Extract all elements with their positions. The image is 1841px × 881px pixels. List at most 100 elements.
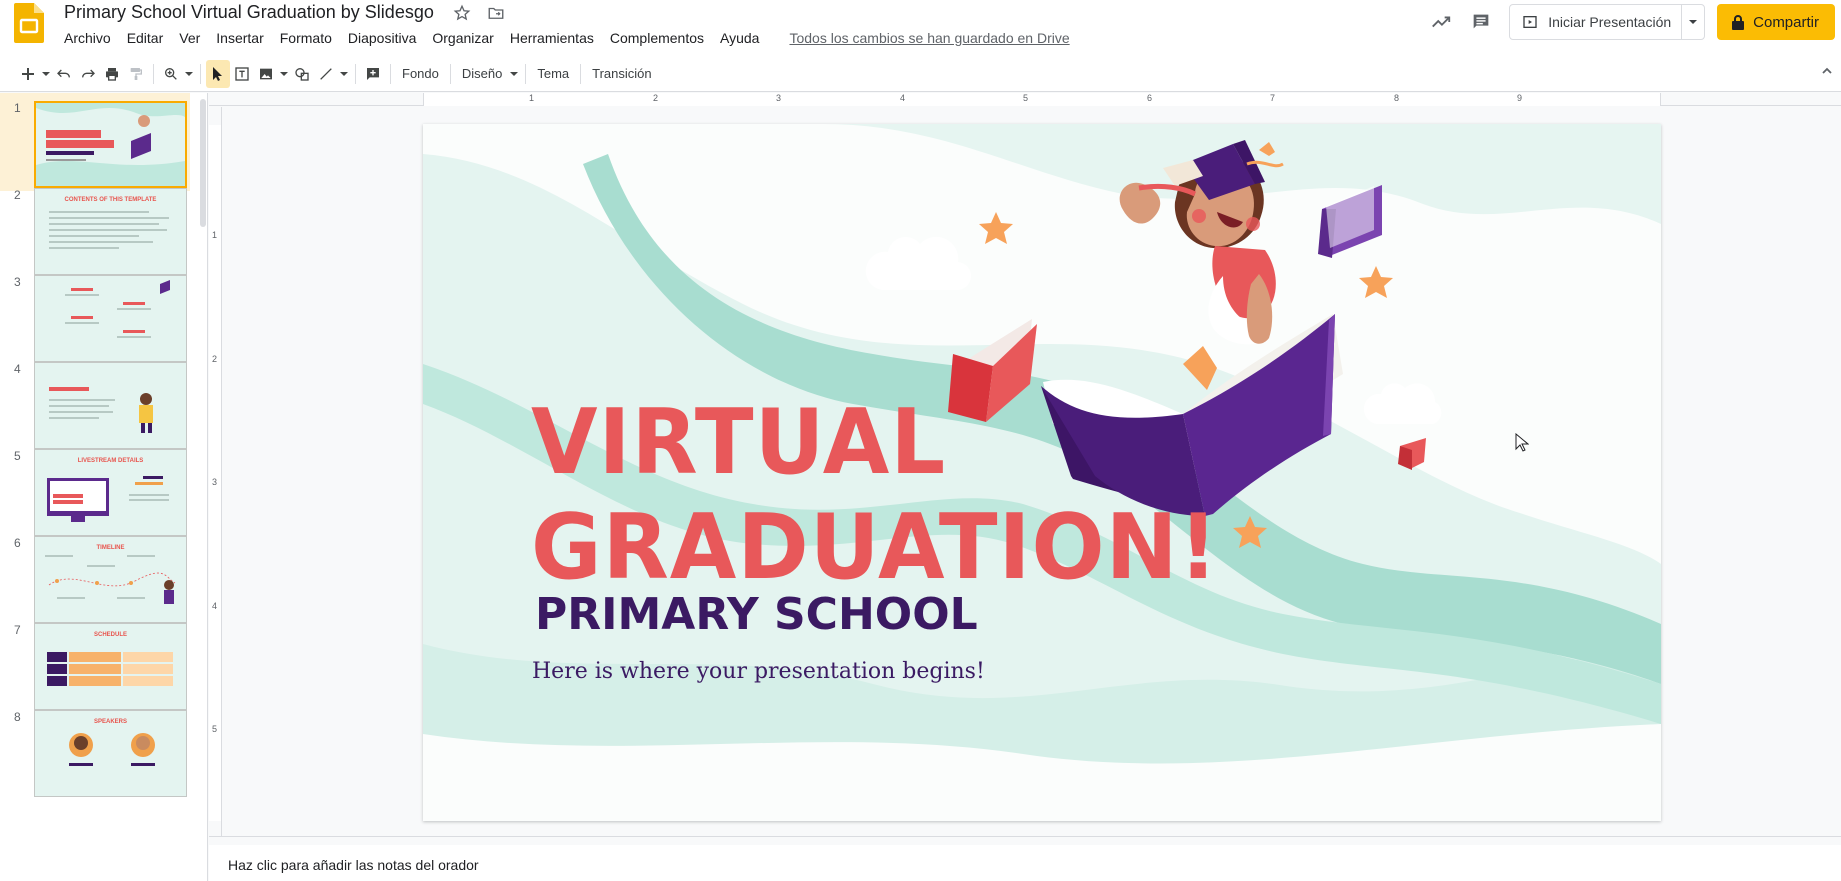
line-dropdown[interactable] [338,60,350,88]
zoom-dropdown[interactable] [183,60,195,88]
chevron-down-icon [1689,20,1698,24]
slide-thumbnail-7[interactable]: 7 SCHEDULE [0,615,190,713]
filmstrip-scrollbar[interactable] [200,99,206,227]
slide-number: 8 [14,710,21,724]
ruler-mark: 3 [212,477,218,487]
ruler-mark: 8 [1394,93,1400,103]
save-status-link[interactable]: Todos los cambios se han guardado en Dri… [781,28,1077,48]
menu-ver[interactable]: Ver [171,28,208,48]
star-icon[interactable] [452,3,472,23]
ruler-mark: 5 [1023,93,1029,103]
slide-preview: TIMELINE [34,536,187,623]
add-comment-icon[interactable] [361,60,385,88]
speaker-notes[interactable]: Haz clic para añadir las notas del orado… [209,845,1841,881]
slide-number: 5 [14,449,21,463]
slide-filmstrip: 1 2 CONTENTS OF THIS TEMPLATE 3 4 5 LIVE… [0,93,208,881]
present-label: Iniciar Presentación [1548,14,1672,30]
ruler-mark: 4 [212,601,218,611]
toolbar-divider [449,63,451,84]
ruler-mark: 5 [212,724,218,734]
collapse-menus-icon[interactable] [1821,64,1833,82]
slide-preview-title: CONTENTS OF THIS TEMPLATE [64,197,157,203]
comments-icon[interactable] [1461,4,1501,40]
slide-title-line-2: GRADUATION! [531,495,1219,600]
menu-formato[interactable]: Formato [272,28,340,48]
toolbar-divider [390,63,391,84]
menu-complementos[interactable]: Complementos [602,28,712,48]
slide-thumbnail-6[interactable]: 6 TIMELINE [0,528,190,626]
slide-subtitle[interactable]: PRIMARY SCHOOL [535,589,978,640]
toolbar-divider [153,63,154,84]
slide-preview [34,101,187,188]
slide-thumbnail-1[interactable]: 1 [0,93,190,191]
layout-button[interactable]: Diseño [456,60,508,88]
menu-insertar[interactable]: Insertar [208,28,271,48]
transition-button[interactable]: Transición [586,60,657,88]
text-box-icon[interactable] [230,60,254,88]
text-line [49,247,119,249]
slide-preview: LIVESTREAM DETAILS [34,449,187,536]
menu-archivo[interactable]: Archivo [56,28,119,48]
slide-thumbnail-3[interactable]: 3 [0,267,190,365]
present-options-dropdown[interactable] [1682,5,1704,39]
redo-icon[interactable] [76,60,100,88]
slide-number: 6 [14,536,21,550]
slides-logo-icon[interactable] [14,3,44,43]
notes-resize-handle[interactable] [209,836,1841,845]
menu-herramientas[interactable]: Herramientas [502,28,602,48]
document-title[interactable]: Primary School Virtual Graduation by Sli… [64,2,434,23]
vertical-ruler[interactable]: 1 2 3 4 5 [209,107,222,836]
image-dropdown[interactable] [278,60,290,88]
slide-thumbnail-5[interactable]: 5 LIVESTREAM DETAILS [0,441,190,539]
ruler-mark: 9 [1517,93,1523,103]
present-button[interactable]: Iniciar Presentación [1510,5,1683,39]
slide-thumbnail-2[interactable]: 2 CONTENTS OF THIS TEMPLATE [0,180,190,278]
line-icon[interactable] [314,60,338,88]
slide-editor: 1 2 3 4 5 6 7 8 9 1 2 3 4 5 VIRTUAL GRAD… [209,93,1841,836]
slide-number: 4 [14,362,21,376]
shape-icon[interactable] [290,60,314,88]
ruler-mark: 1 [212,230,218,240]
new-slide-icon[interactable] [16,60,40,88]
theme-button[interactable]: Tema [531,60,575,88]
toolbar-divider [525,63,527,84]
share-button[interactable]: Compartir [1717,4,1835,40]
layout-dropdown[interactable] [508,60,520,88]
slide-thumbnail-8[interactable]: 8 SPEAKERS [0,702,190,800]
lock-icon [1731,14,1745,30]
slide-number: 3 [14,275,21,289]
paint-format-icon[interactable] [124,60,148,88]
menu-bar: Archivo Editar Ver Insertar Formato Diap… [56,28,1078,48]
text-line [49,217,169,219]
slide-preview: SPEAKERS [34,710,187,797]
zoom-icon[interactable] [159,60,183,88]
move-folder-icon[interactable] [486,3,506,23]
menu-organizar[interactable]: Organizar [424,28,501,48]
slide-title[interactable]: VIRTUAL GRADUATION! [531,390,1219,600]
background-button[interactable]: Fondo [396,60,445,88]
present-icon [1522,14,1538,30]
horizontal-ruler[interactable]: 1 2 3 4 5 6 7 8 9 [209,93,1841,106]
slide-body-text[interactable]: Here is where your presentation begins! [532,659,985,684]
mouse-pointer-icon [1515,433,1529,452]
undo-icon[interactable] [52,60,76,88]
menu-ayuda[interactable]: Ayuda [712,28,767,48]
share-label: Compartir [1753,13,1819,31]
ruler-mark: 6 [1147,93,1153,103]
ruler-mark: 3 [776,93,782,103]
menu-diapositiva[interactable]: Diapositiva [340,28,424,48]
new-slide-layout-dropdown[interactable] [40,60,52,88]
slide-thumbnail-4[interactable]: 4 [0,354,190,452]
slide-preview: CONTENTS OF THIS TEMPLATE [34,188,187,275]
activity-trend-icon[interactable] [1421,4,1461,40]
print-icon[interactable] [100,60,124,88]
ruler-mark: 2 [653,93,659,103]
slide-preview [34,275,187,362]
menu-editar[interactable]: Editar [119,28,172,48]
image-icon[interactable] [254,60,278,88]
header: Primary School Virtual Graduation by Sli… [0,0,1841,56]
ruler-mark: 1 [529,93,535,103]
slide-canvas[interactable]: VIRTUAL GRADUATION! PRIMARY SCHOOL Here … [423,124,1661,821]
select-cursor-icon[interactable] [206,59,230,88]
slide-preview: SCHEDULE [34,623,187,710]
